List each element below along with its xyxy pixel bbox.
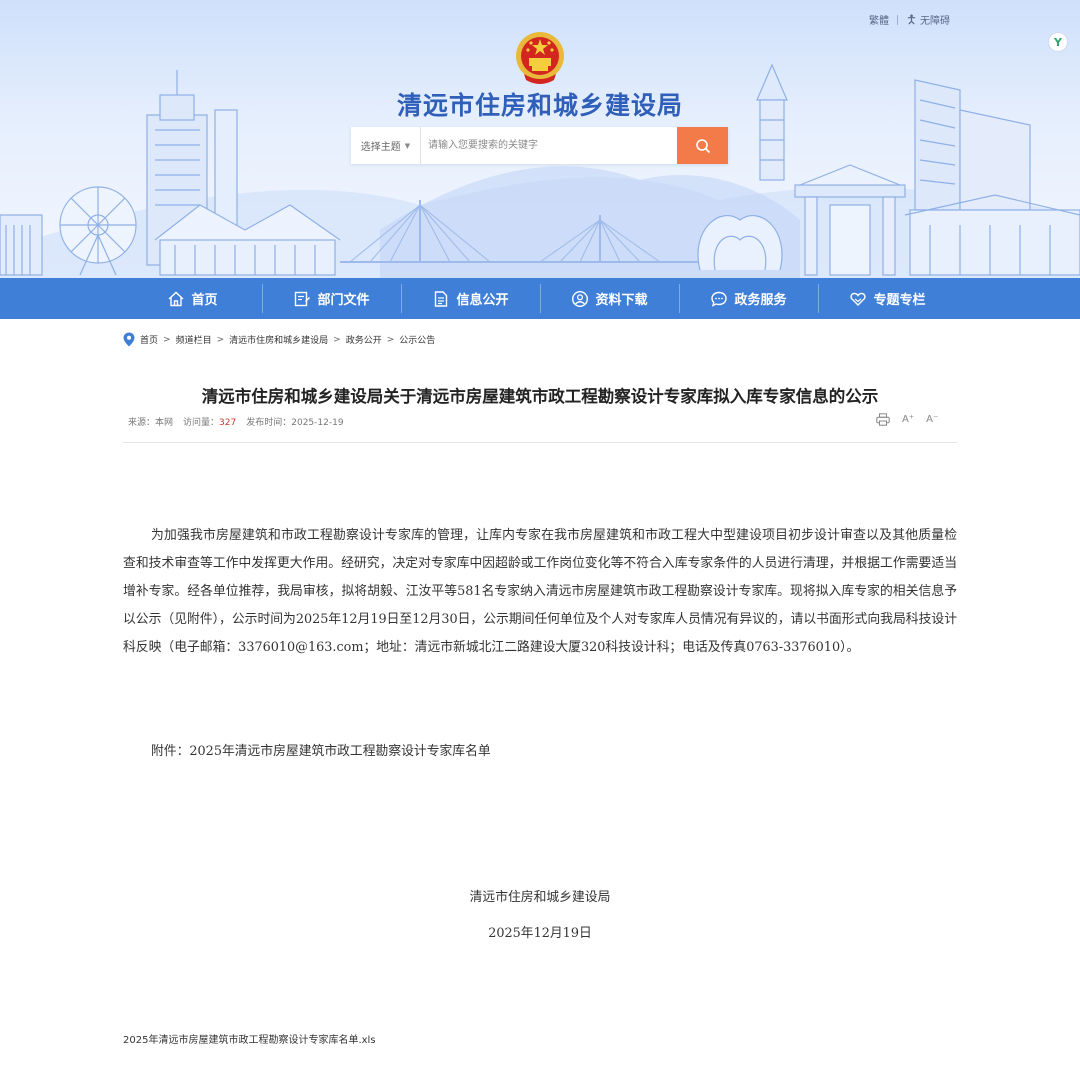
signature-date: 2025年12月19日 <box>488 926 592 941</box>
breadcrumb-separator: > <box>386 334 395 345</box>
article-title: 清远市住房和城乡建设局关于清远市房屋建筑市政工程勘察设计专家库拟入库专家信息的公… <box>201 387 879 406</box>
nav-label-downloads: 资料下载 <box>595 293 648 308</box>
attachment-note: 附件：2025年清远市房屋建筑市政工程勘察设计专家库名单 <box>151 744 491 759</box>
heart-hand-icon <box>850 292 867 306</box>
search-icon <box>695 138 710 153</box>
nav-label-department-files: 部门文件 <box>317 293 370 308</box>
user-circle-icon <box>572 290 589 307</box>
location-pin-icon <box>123 332 135 347</box>
search-input[interactable] <box>421 127 677 164</box>
article-tools: A⁺ A⁻ <box>876 413 938 426</box>
nav-item-gov-services[interactable]: 政务服务 <box>679 278 818 319</box>
site-title: 清远市住房和城乡建设局 <box>396 91 683 120</box>
breadcrumb-home[interactable]: 首页 <box>140 333 158 346</box>
chevron-down-icon: ▼ <box>404 141 411 150</box>
breadcrumb-bureau[interactable]: 清远市住房和城乡建设局 <box>229 333 328 346</box>
signature: 清远市住房和城乡建设局 <box>469 890 611 905</box>
article-meta: 来源：本网 访问量：327 发布时间：2025-12-19 <box>128 415 344 428</box>
article-paragraph: 为加强我市房屋建筑和市政工程勘察设计专家库的管理，让库内专家在我市房屋建筑和市政… <box>123 528 957 655</box>
nav-item-special-topics[interactable]: 专题专栏 <box>818 278 957 319</box>
source-label: 来源： <box>128 418 156 428</box>
nav-label-gov-services: 政务服务 <box>734 293 787 308</box>
traditional-chinese-link[interactable]: 繁體 <box>869 12 889 27</box>
nav-label-home: 首页 <box>191 293 218 308</box>
decrease-font-button[interactable]: A⁻ <box>926 414 938 425</box>
title-divider <box>123 442 957 443</box>
top-links-divider <box>897 14 898 25</box>
breadcrumb-separator: > <box>333 334 341 345</box>
breadcrumb: 首页 > 频道栏目 > 清远市住房和城乡建设局 > 政务公开 > 公示公告 <box>123 332 435 347</box>
y-badge-icon[interactable]: Y <box>1048 32 1068 52</box>
source-meta: 来源：本网 <box>128 415 173 428</box>
nav-label-info-disclosure: 信息公开 <box>456 293 509 308</box>
accessibility-label: 无障碍 <box>920 16 950 27</box>
home-icon <box>169 291 184 306</box>
nav-label-special-topics: 专题专栏 <box>873 293 926 308</box>
nav-item-home[interactable]: 首页 <box>123 278 262 319</box>
national-emblem-icon <box>516 32 564 84</box>
accessibility-link[interactable]: 无障碍 <box>906 12 950 27</box>
breadcrumb-separator: > <box>163 334 171 345</box>
print-button[interactable] <box>876 413 890 426</box>
views-label: 访问量： <box>183 418 220 428</box>
breadcrumb-separator: > <box>216 334 225 345</box>
breadcrumb-announcements[interactable]: 公示公告 <box>399 333 435 346</box>
publish-date: 2025-12-19 <box>291 418 344 428</box>
document-icon <box>295 291 311 306</box>
date-meta: 发布时间：2025-12-19 <box>246 415 343 428</box>
main-nav: 首页 部门文件 信息公开 资料下载 政务服务 专题专栏 <box>0 278 1080 319</box>
search-button[interactable] <box>677 127 728 164</box>
nav-item-info-disclosure[interactable]: 信息公开 <box>401 278 540 319</box>
nav-item-department-files[interactable]: 部门文件 <box>262 278 401 319</box>
source-value: 本网 <box>155 418 174 428</box>
views-count: 327 <box>219 418 237 428</box>
accessibility-icon <box>907 14 916 25</box>
topic-select[interactable]: 选择主题 ▼ <box>351 127 421 164</box>
breadcrumb-channel[interactable]: 频道栏目 <box>176 333 212 346</box>
views-meta: 访问量：327 <box>183 415 236 428</box>
topic-select-label: 选择主题 <box>360 142 401 153</box>
date-label: 发布时间： <box>246 418 292 428</box>
nav-item-downloads[interactable]: 资料下载 <box>540 278 679 319</box>
article-body: 为加强我市房屋建筑和市政工程勘察设计专家库的管理，让库内专家在我市房屋建筑和市政… <box>123 522 957 662</box>
print-icon <box>876 413 890 426</box>
breadcrumb-gov-affairs[interactable]: 政务公开 <box>346 333 382 346</box>
file-text-icon <box>435 290 448 307</box>
attachment-file-link[interactable]: 2025年清远市房屋建筑市政工程勘察设计专家库名单.xls <box>123 1031 376 1046</box>
header-banner: 繁體 无障碍 Y 清远市住房和城乡建设局 选择主题 ▼ <box>0 0 1080 278</box>
search-bar: 选择主题 ▼ <box>351 127 728 164</box>
chat-icon <box>711 291 728 307</box>
top-links: 繁體 无障碍 <box>869 12 950 27</box>
increase-font-button[interactable]: A⁺ <box>902 414 914 425</box>
